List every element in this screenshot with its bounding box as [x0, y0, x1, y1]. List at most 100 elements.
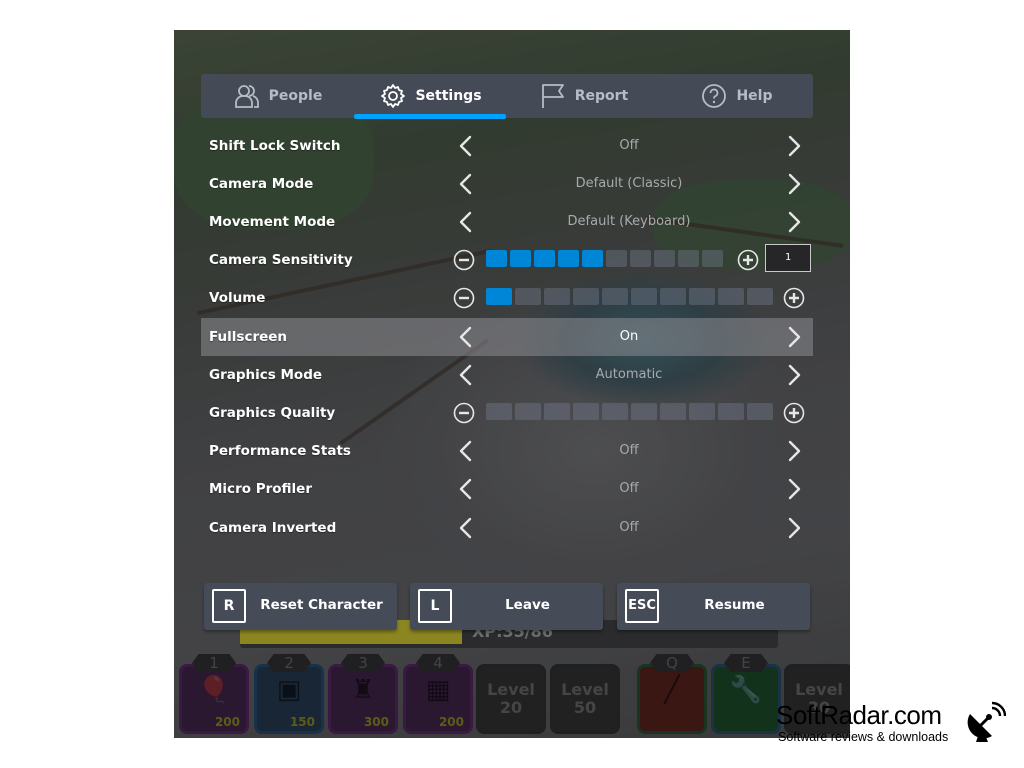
slider-segment[interactable] [486, 250, 507, 267]
hotbar-slot: 🔧 [711, 664, 781, 734]
setting-label: Volume [209, 290, 266, 306]
slider-segment[interactable] [515, 288, 541, 305]
chevron-right-icon[interactable] [783, 172, 805, 196]
slider-segment[interactable] [602, 403, 628, 420]
plus-circle-icon[interactable] [737, 249, 759, 271]
slot-locked-level: Level 50 [553, 681, 617, 717]
slider-segment[interactable] [747, 403, 773, 420]
chevron-left-icon[interactable] [455, 363, 477, 387]
chevron-right-icon[interactable] [783, 439, 805, 463]
setting-value: Off [619, 520, 639, 535]
satellite-dish-icon [967, 701, 1006, 742]
tab-settings[interactable]: Settings [354, 74, 507, 118]
chevron-left-icon[interactable] [455, 477, 477, 501]
setting-label: Camera Inverted [209, 520, 337, 536]
chevron-left-icon[interactable] [455, 172, 477, 196]
slider-segment[interactable] [631, 288, 657, 305]
setting-row-volume[interactable]: Volume [201, 279, 813, 317]
setting-label: Performance Stats [209, 443, 351, 459]
setting-row-graphics-mode[interactable]: Graphics Mode Automatic [201, 356, 813, 394]
plus-circle-icon[interactable] [783, 402, 805, 424]
setting-row-fullscreen[interactable]: Fullscreen On [201, 318, 813, 356]
slot-cost: 300 [363, 715, 389, 729]
slider-segment[interactable] [654, 250, 675, 267]
setting-row-shift-lock-switch[interactable]: Shift Lock Switch Off [201, 127, 813, 165]
chevron-left-icon[interactable] [455, 325, 477, 349]
slider-segment[interactable] [573, 403, 599, 420]
slider-track[interactable] [486, 288, 773, 307]
chevron-right-icon[interactable] [783, 325, 805, 349]
wrench-icon: 🔧 [729, 675, 763, 705]
slider-segment[interactable] [689, 403, 715, 420]
setting-row-micro-profiler[interactable]: Micro Profiler Off [201, 470, 813, 508]
setting-row-movement-mode[interactable]: Movement Mode Default (Keyboard) [201, 203, 813, 241]
slider-segment[interactable] [678, 250, 699, 267]
setting-value: Off [619, 481, 639, 496]
tab-label: People [268, 88, 323, 104]
slider-segment[interactable] [718, 403, 744, 420]
chevron-right-icon[interactable] [783, 134, 805, 158]
slider-segment[interactable] [582, 250, 603, 267]
help-icon [702, 84, 727, 108]
slider-segment[interactable] [544, 403, 570, 420]
minus-circle-icon[interactable] [453, 287, 475, 309]
slider-track[interactable] [486, 250, 723, 269]
slider-segment[interactable] [689, 288, 715, 305]
slider-segment[interactable] [718, 288, 744, 305]
reset-character-button[interactable]: R Reset Character [204, 583, 397, 630]
slider-segment[interactable] [602, 288, 628, 305]
tab-help[interactable]: Help [660, 74, 813, 118]
setting-row-camera-inverted[interactable]: Camera Inverted Off [201, 509, 813, 547]
setting-row-performance-stats[interactable]: Performance Stats Off [201, 432, 813, 470]
slider-segment[interactable] [558, 250, 579, 267]
setting-value: Default (Keyboard) [567, 214, 691, 229]
slider-segment[interactable] [573, 288, 599, 305]
plus-circle-icon[interactable] [783, 287, 805, 309]
chevron-left-icon[interactable] [455, 210, 477, 234]
minus-circle-icon[interactable] [453, 249, 475, 271]
chevron-left-icon[interactable] [455, 134, 477, 158]
chevron-right-icon[interactable] [783, 210, 805, 234]
minus-circle-icon[interactable] [453, 402, 475, 424]
setting-value: Off [619, 443, 639, 458]
keycap-l: L [418, 589, 452, 623]
chevron-right-icon[interactable] [783, 477, 805, 501]
keycap-r: R [212, 589, 246, 623]
slider-segment[interactable] [486, 403, 512, 420]
hotbar-slot: ╱ [637, 664, 707, 734]
slider-segment[interactable] [510, 250, 531, 267]
setting-row-graphics-quality[interactable]: Graphics Quality [201, 394, 813, 432]
lock-level: 50 [573, 698, 597, 717]
flag-icon [541, 84, 564, 108]
menu-tab-bar: People Settings Report Help [201, 74, 813, 118]
slider-segment[interactable] [515, 403, 541, 420]
slider-segment[interactable] [660, 403, 686, 420]
hotbar-slot: Level 20 [476, 664, 546, 734]
chevron-left-icon[interactable] [455, 439, 477, 463]
slider-segment[interactable] [702, 250, 723, 267]
slot-locked-level: Level 20 [479, 681, 543, 717]
resume-button[interactable]: ESC Resume [617, 583, 810, 630]
leave-button[interactable]: L Leave [410, 583, 603, 630]
chevron-right-icon[interactable] [783, 516, 805, 540]
setting-row-camera-mode[interactable]: Camera Mode Default (Classic) [201, 165, 813, 203]
slider-segment[interactable] [660, 288, 686, 305]
slider-segment[interactable] [534, 250, 555, 267]
slider-segment[interactable] [630, 250, 651, 267]
hot-air-balloon-icon: 🎈 [197, 675, 231, 705]
tab-people[interactable]: People [201, 74, 354, 118]
sensitivity-value-input[interactable]: 1 [765, 244, 811, 272]
slider-segment[interactable] [606, 250, 627, 267]
slot-cost: 150 [289, 715, 315, 729]
slider-segment[interactable] [631, 403, 657, 420]
slider-track[interactable] [486, 403, 773, 422]
chevron-right-icon[interactable] [783, 363, 805, 387]
slot-cost: 200 [438, 715, 464, 729]
slider-segment[interactable] [747, 288, 773, 305]
setting-row-camera-sensitivity[interactable]: Camera Sensitivity 1 [201, 241, 813, 279]
people-icon [234, 85, 259, 108]
chevron-left-icon[interactable] [455, 516, 477, 540]
slider-segment[interactable] [544, 288, 570, 305]
tab-report[interactable]: Report [507, 74, 660, 118]
slider-segment[interactable] [486, 288, 512, 305]
